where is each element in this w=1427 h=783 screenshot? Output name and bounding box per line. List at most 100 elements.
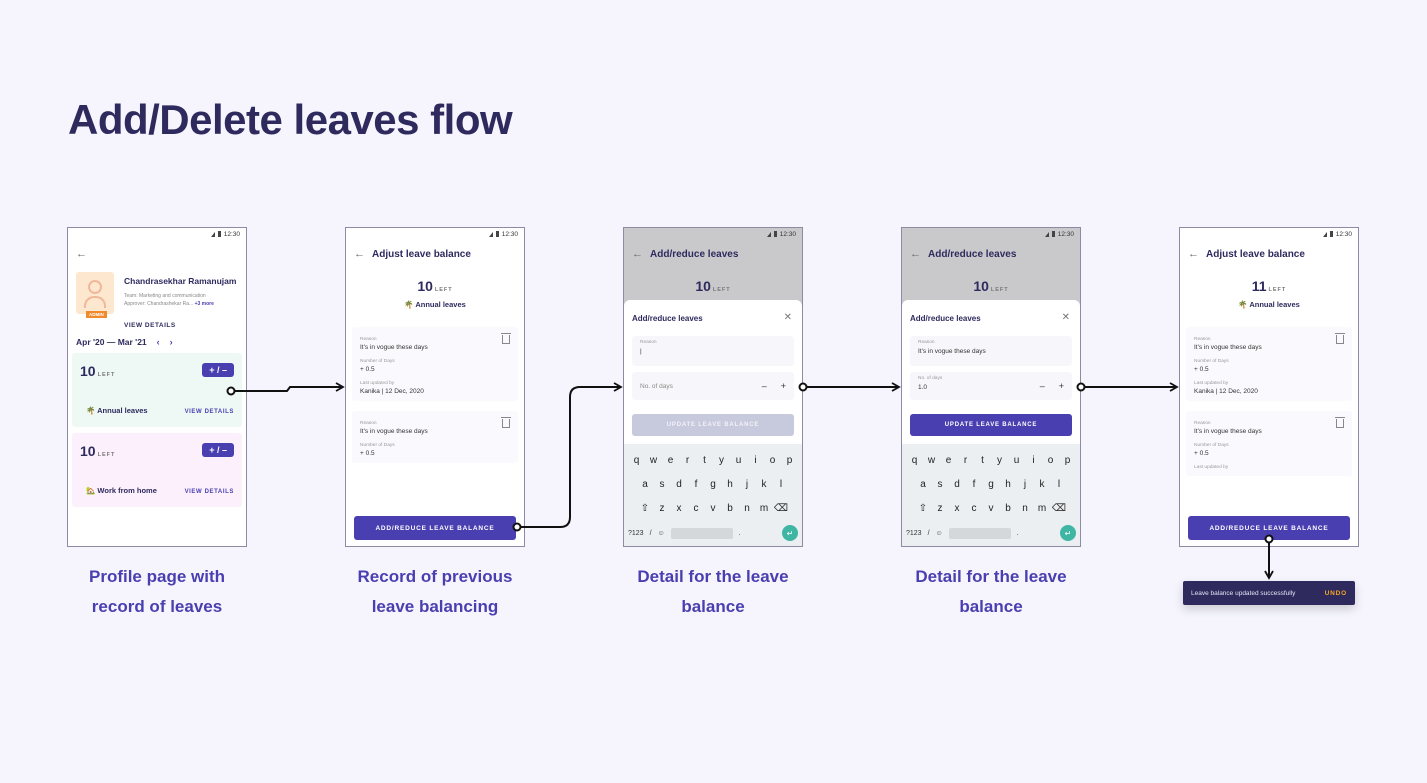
key[interactable]: s xyxy=(932,479,949,490)
increment-button[interactable]: + xyxy=(781,381,786,391)
key[interactable]: h xyxy=(1000,479,1017,490)
enter-key-icon[interactable]: ↵ xyxy=(1060,525,1076,541)
add-reduce-leave-balance-button[interactable]: ADD/REDUCE LEAVE BALANCE xyxy=(354,516,516,540)
key[interactable]: l xyxy=(773,479,790,490)
emoji-key-icon[interactable]: ☺ xyxy=(658,530,665,537)
leave-view-details-link[interactable]: VIEW DETAILS xyxy=(185,409,234,415)
space-key[interactable] xyxy=(670,527,733,539)
key[interactable]: e xyxy=(662,455,679,466)
key[interactable]: k xyxy=(1034,479,1051,490)
back-arrow-icon[interactable]: ← xyxy=(910,248,921,260)
shift-key-icon[interactable]: ⇧ xyxy=(637,503,654,514)
space-key[interactable] xyxy=(948,527,1011,539)
key[interactable]: j xyxy=(739,479,756,490)
emoji-key-icon[interactable]: ☺ xyxy=(936,530,943,537)
key[interactable]: z xyxy=(654,503,671,514)
key[interactable]: y xyxy=(713,455,730,466)
shift-key-icon[interactable]: ⇧ xyxy=(915,503,932,514)
key[interactable]: p xyxy=(1059,455,1076,466)
key[interactable]: z xyxy=(932,503,949,514)
back-arrow-icon[interactable]: ← xyxy=(632,248,643,260)
back-arrow-icon[interactable]: ← xyxy=(76,248,87,260)
key[interactable]: i xyxy=(1025,455,1042,466)
days-field[interactable]: No. of days 1.0 – + xyxy=(910,372,1072,400)
slash-key[interactable]: / xyxy=(650,530,652,537)
key[interactable]: u xyxy=(730,455,747,466)
enter-key-icon[interactable]: ↵ xyxy=(782,525,798,541)
key[interactable]: e xyxy=(940,455,957,466)
key[interactable]: x xyxy=(949,503,966,514)
chevron-right-icon[interactable]: › xyxy=(170,337,173,347)
key[interactable]: b xyxy=(1000,503,1017,514)
reason-field[interactable]: Reason It's in vogue these days xyxy=(910,336,1072,366)
key[interactable]: d xyxy=(671,479,688,490)
add-reduce-button[interactable]: + / – xyxy=(202,363,234,377)
key[interactable]: h xyxy=(722,479,739,490)
period-key[interactable]: . xyxy=(739,530,741,537)
key[interactable]: n xyxy=(1017,503,1034,514)
close-icon[interactable]: ✕ xyxy=(784,312,792,323)
key[interactable]: w xyxy=(645,455,662,466)
key[interactable]: k xyxy=(756,479,773,490)
add-reduce-leave-balance-button[interactable]: ADD/REDUCE LEAVE BALANCE xyxy=(1188,516,1350,540)
key[interactable]: o xyxy=(764,455,781,466)
key[interactable]: o xyxy=(1042,455,1059,466)
key[interactable]: a xyxy=(915,479,932,490)
key[interactable]: n xyxy=(739,503,756,514)
key[interactable]: r xyxy=(957,455,974,466)
key[interactable]: l xyxy=(1051,479,1068,490)
key[interactable]: t xyxy=(974,455,991,466)
add-reduce-button[interactable]: + / – xyxy=(202,443,234,457)
key[interactable]: c xyxy=(688,503,705,514)
update-leave-balance-button[interactable]: UPDATE LEAVE BALANCE xyxy=(910,414,1072,436)
symbols-key[interactable]: ?123 xyxy=(906,530,922,537)
key[interactable]: s xyxy=(654,479,671,490)
key[interactable]: p xyxy=(781,455,798,466)
period-key[interactable]: . xyxy=(1017,530,1019,537)
decrement-button[interactable]: – xyxy=(1040,381,1045,391)
key[interactable]: q xyxy=(628,455,645,466)
key[interactable]: m xyxy=(1034,503,1051,514)
key[interactable]: v xyxy=(705,503,722,514)
decrement-button[interactable]: – xyxy=(762,381,767,391)
trash-icon[interactable] xyxy=(1335,417,1345,428)
key[interactable]: i xyxy=(747,455,764,466)
trash-icon[interactable] xyxy=(1335,333,1345,344)
key[interactable]: q xyxy=(906,455,923,466)
increment-button[interactable]: + xyxy=(1059,381,1064,391)
slash-key[interactable]: / xyxy=(928,530,930,537)
back-arrow-icon[interactable]: ← xyxy=(354,248,365,260)
key[interactable]: r xyxy=(679,455,696,466)
key[interactable]: f xyxy=(966,479,983,490)
key[interactable]: x xyxy=(671,503,688,514)
key[interactable]: y xyxy=(991,455,1008,466)
profile-view-details-link[interactable]: VIEW DETAILS xyxy=(68,322,246,329)
key[interactable]: g xyxy=(705,479,722,490)
key[interactable]: v xyxy=(983,503,1000,514)
key[interactable]: g xyxy=(983,479,1000,490)
leave-view-details-link[interactable]: VIEW DETAILS xyxy=(185,489,234,495)
key[interactable]: w xyxy=(923,455,940,466)
trash-icon[interactable] xyxy=(501,417,511,428)
key[interactable]: c xyxy=(966,503,983,514)
chevron-left-icon[interactable]: ‹ xyxy=(157,337,160,347)
key[interactable]: m xyxy=(756,503,773,514)
reason-field[interactable]: Reason | xyxy=(632,336,794,366)
backspace-key-icon[interactable]: ⌫ xyxy=(1051,503,1068,514)
key[interactable]: f xyxy=(688,479,705,490)
more-approvers-link[interactable]: +3 more xyxy=(195,301,214,307)
key[interactable]: b xyxy=(722,503,739,514)
backspace-key-icon[interactable]: ⌫ xyxy=(773,503,790,514)
key[interactable]: a xyxy=(637,479,654,490)
close-icon[interactable]: ✕ xyxy=(1062,312,1070,323)
days-field[interactable]: No. of days – + xyxy=(632,372,794,400)
key[interactable]: u xyxy=(1008,455,1025,466)
key[interactable]: t xyxy=(696,455,713,466)
undo-button[interactable]: UNDO xyxy=(1325,590,1347,597)
key[interactable]: j xyxy=(1017,479,1034,490)
update-leave-balance-button[interactable]: UPDATE LEAVE BALANCE xyxy=(632,414,794,436)
back-arrow-icon[interactable]: ← xyxy=(1188,248,1199,260)
key[interactable]: d xyxy=(949,479,966,490)
symbols-key[interactable]: ?123 xyxy=(628,530,644,537)
trash-icon[interactable] xyxy=(501,333,511,344)
